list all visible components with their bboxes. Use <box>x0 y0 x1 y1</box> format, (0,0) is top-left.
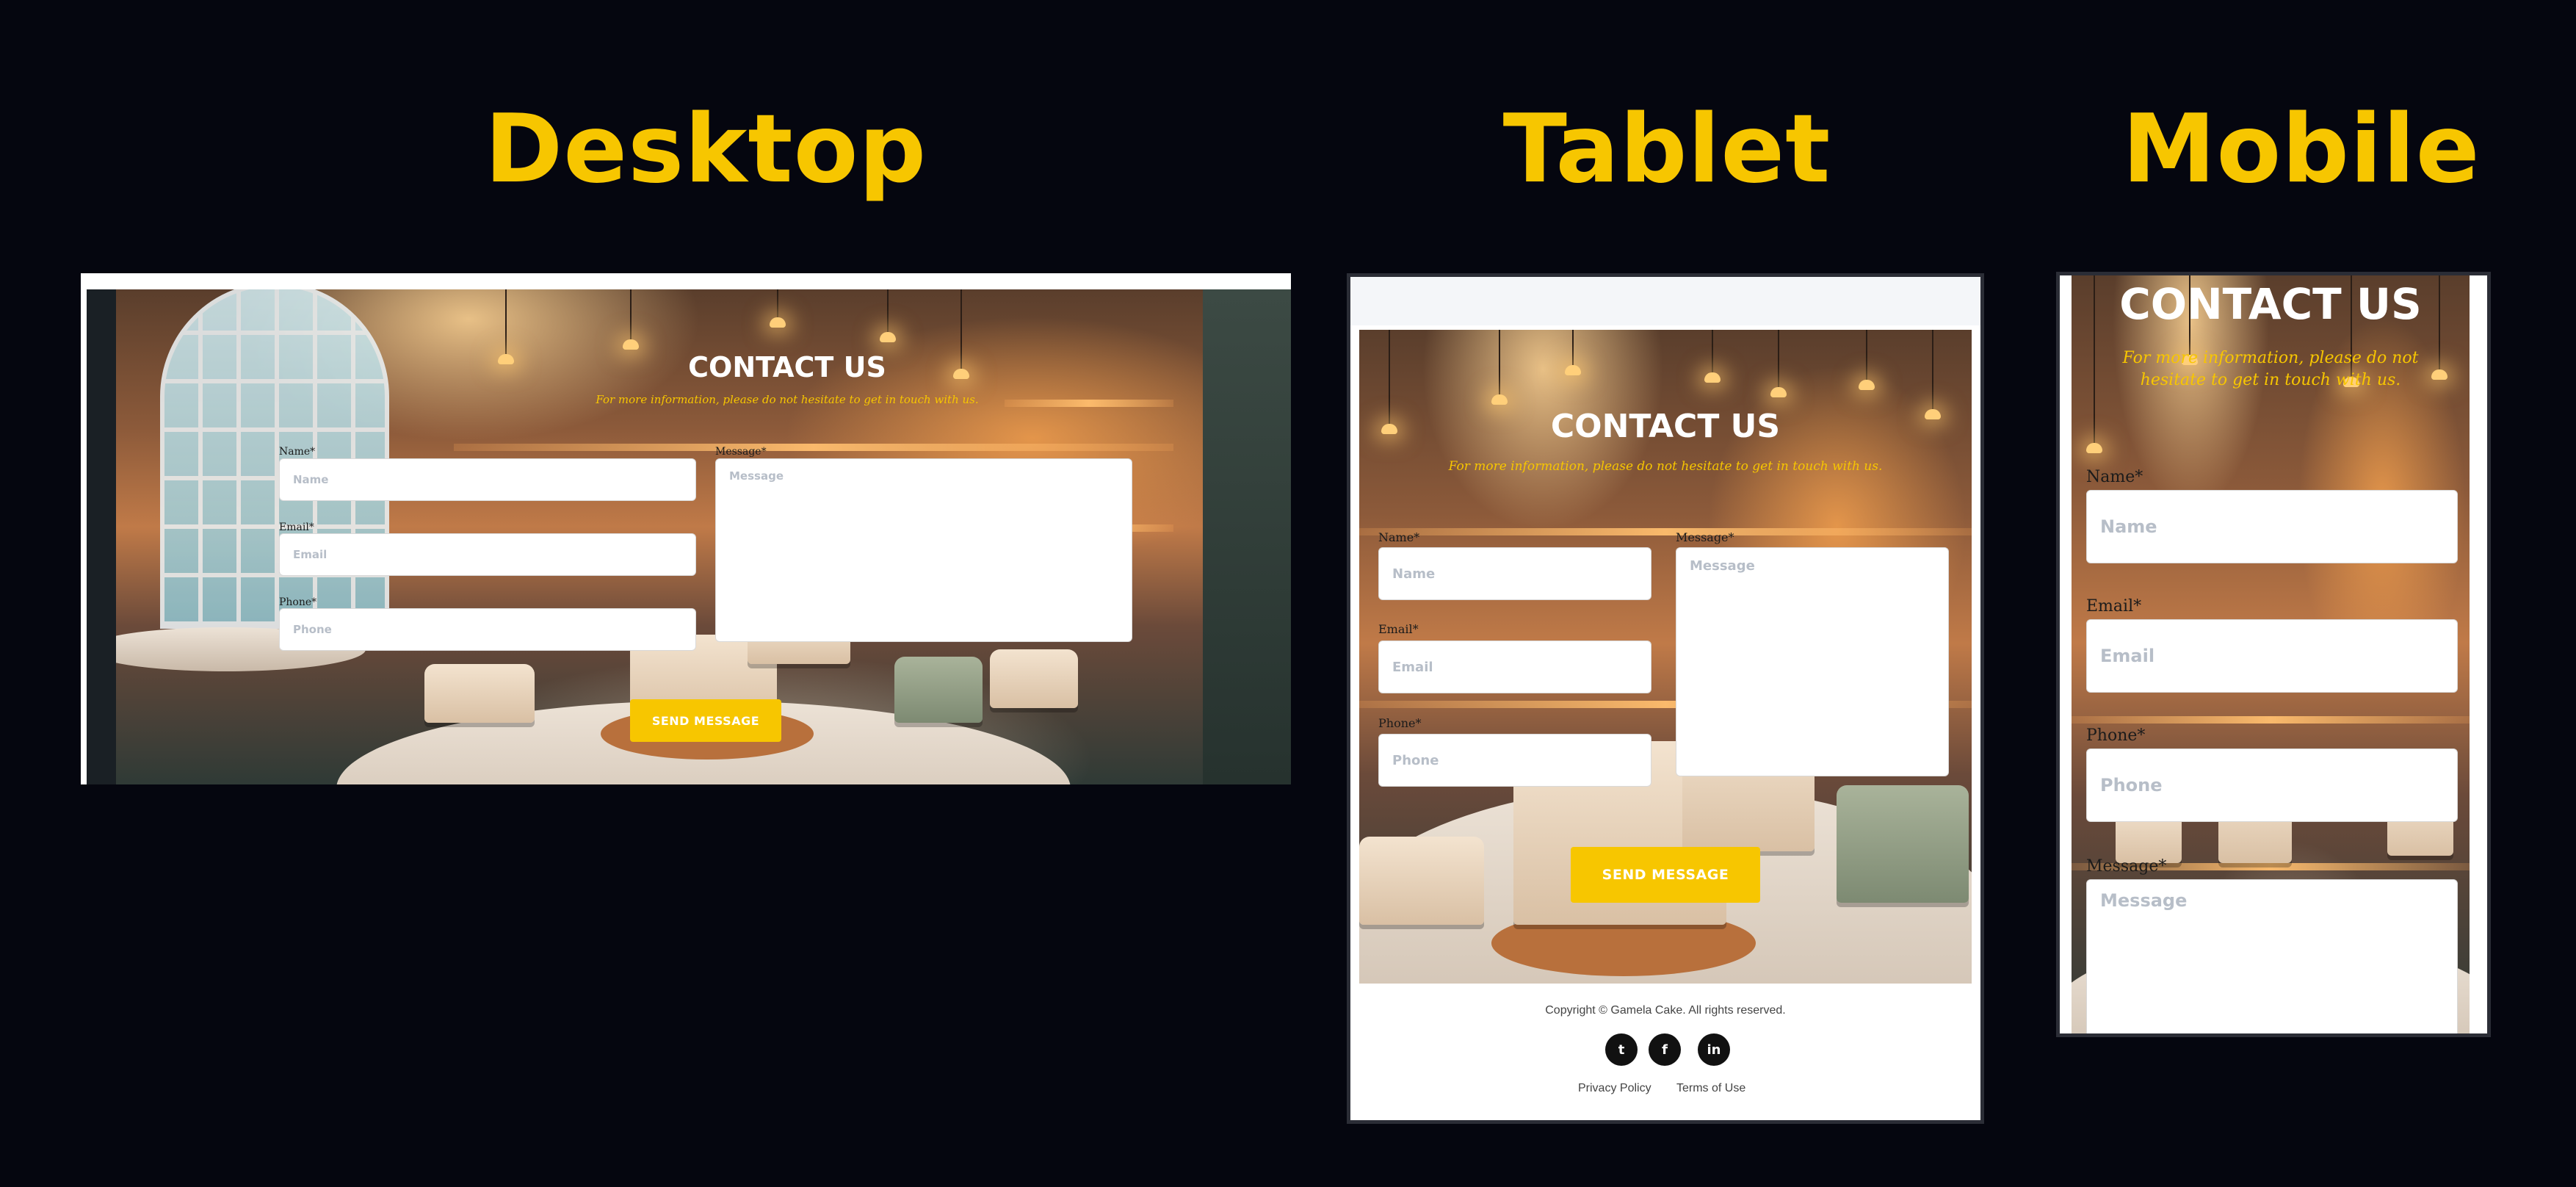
contact-title: CONTACT US <box>1550 408 1781 445</box>
desktop-preview: CONTACT US For more information, please … <box>81 273 1291 784</box>
email-input[interactable] <box>1378 641 1651 693</box>
desktop-left-rail <box>87 289 116 784</box>
name-input[interactable] <box>2086 490 2458 563</box>
email-label: Email* <box>279 522 314 533</box>
phone-input[interactable] <box>1378 734 1651 787</box>
facebook-icon[interactable]: f <box>1649 1033 1681 1066</box>
message-label: Message* <box>2086 857 2167 876</box>
copyright-text: Copyright © Gamela Cake. All rights rese… <box>1545 1004 1786 1017</box>
name-label: Name* <box>2086 468 2143 486</box>
contact-subtitle: For more information, please do not hesi… <box>1448 459 1883 474</box>
send-message-button[interactable]: SEND MESSAGE <box>630 699 781 742</box>
contact-title: CONTACT US <box>688 351 886 383</box>
contact-subtitle: For more information, please do not hesi… <box>596 393 979 406</box>
email-input[interactable] <box>279 533 696 576</box>
message-label: Message* <box>1676 530 1734 544</box>
linkedin-icon[interactable]: in <box>1698 1033 1730 1066</box>
message-label: Message* <box>715 446 767 458</box>
name-label: Name* <box>1378 530 1420 544</box>
twitter-icon[interactable]: t <box>1605 1033 1638 1066</box>
terms-of-use-link[interactable]: Terms of Use <box>1676 1082 1745 1095</box>
phone-input[interactable] <box>279 608 696 651</box>
email-label: Email* <box>1378 622 1419 636</box>
mobile-heading: Mobile <box>2122 95 2481 204</box>
name-input[interactable] <box>1378 547 1651 600</box>
privacy-policy-link[interactable]: Privacy Policy <box>1578 1082 1651 1095</box>
contact-subtitle: For more information, please do not hesi… <box>2122 349 2419 389</box>
email-input[interactable] <box>2086 619 2458 693</box>
message-textarea[interactable] <box>2086 879 2458 1033</box>
phone-label: Phone* <box>279 596 317 608</box>
send-message-button[interactable]: SEND MESSAGE <box>1571 847 1760 903</box>
name-label: Name* <box>279 446 316 458</box>
tablet-top-bar <box>1350 277 1980 325</box>
name-input[interactable] <box>279 458 696 501</box>
email-label: Email* <box>2086 597 2142 616</box>
phone-input[interactable] <box>2086 748 2458 822</box>
mobile-preview: CONTACT US For more information, please … <box>2056 272 2491 1037</box>
tablet-preview: CONTACT US For more information, please … <box>1347 273 1984 1124</box>
phone-label: Phone* <box>1378 716 1422 730</box>
tablet-heading: Tablet <box>1502 95 1831 204</box>
phone-label: Phone* <box>2086 726 2146 745</box>
contact-title: CONTACT US <box>2119 279 2422 329</box>
message-textarea[interactable] <box>715 458 1132 642</box>
message-textarea[interactable] <box>1676 547 1949 776</box>
desktop-heading: Desktop <box>485 95 927 204</box>
